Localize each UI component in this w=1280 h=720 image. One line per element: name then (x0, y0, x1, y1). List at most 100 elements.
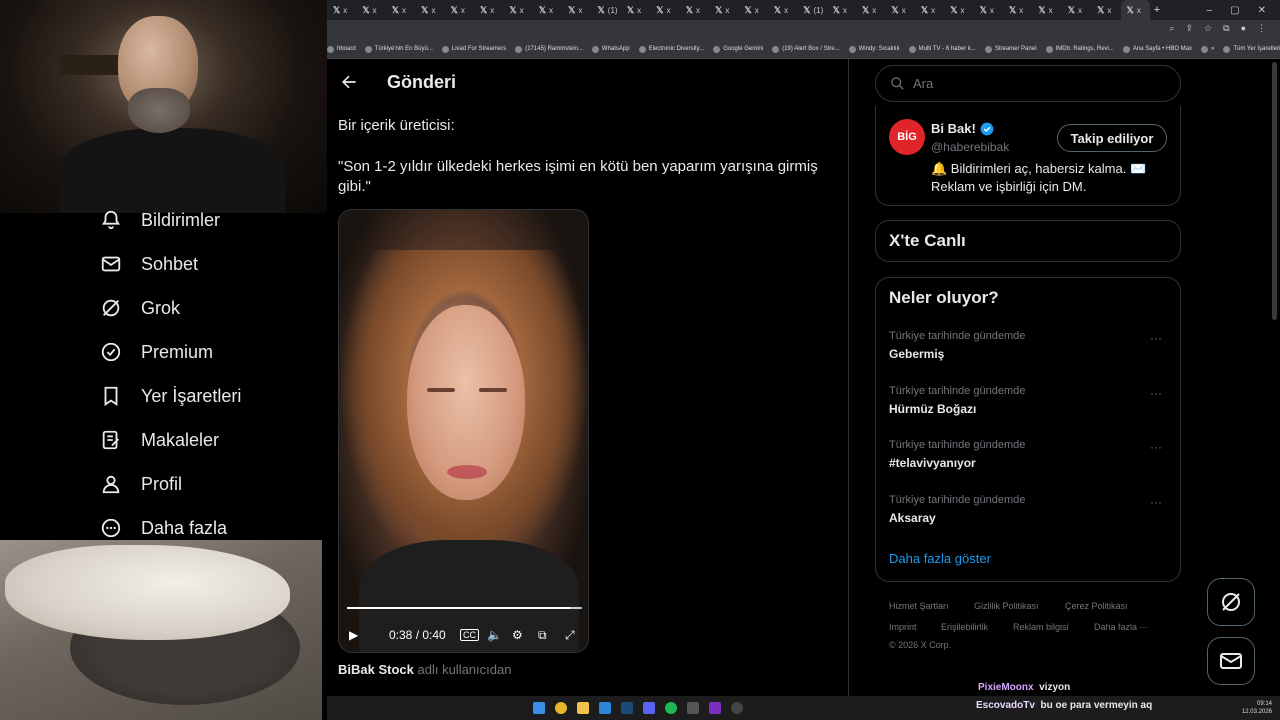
bookmark-item[interactable]: Ana Sayfa • HBO Max (1122, 45, 1192, 53)
bookmark-item[interactable]: (17145) Rammstein... (515, 45, 583, 53)
browser-tab[interactable]: 𝕏 (1) (797, 0, 826, 20)
browser-tab[interactable]: 𝕏x (1032, 0, 1061, 20)
browser-tab[interactable]: 𝕏x (356, 0, 385, 20)
bookmark-item[interactable]: Windy: Sıcaklık (848, 45, 900, 53)
star-icon[interactable]: ☆ (1204, 23, 1212, 34)
browser-tab[interactable]: 𝕏x (944, 0, 973, 20)
browser-tab[interactable]: 𝕏x (1120, 0, 1150, 20)
windows-start-icon[interactable] (533, 702, 545, 714)
footer-link[interactable]: Çerez Politikası (1065, 601, 1128, 611)
share-icon[interactable]: ⇪ (1186, 23, 1194, 34)
system-clock[interactable]: 09:14 12.03.2026 (1242, 700, 1280, 716)
browser-tab[interactable]: 𝕏x (885, 0, 914, 20)
browser-tab[interactable]: 𝕏x (974, 0, 1003, 20)
close-icon[interactable]: ✕ (1258, 5, 1266, 16)
page-scrollbar[interactable] (1272, 62, 1277, 320)
footer-link[interactable]: Reklam bilgisi (1013, 622, 1069, 632)
nav-item-mail[interactable]: Sohbet (100, 253, 198, 275)
browser-tab[interactable]: 𝕏x (1003, 0, 1032, 20)
trend-more-icon[interactable]: ··· (1150, 440, 1162, 454)
trend-more-icon[interactable]: ··· (1150, 495, 1162, 509)
browser-tab[interactable]: 𝕏x (445, 0, 474, 20)
nav-item-articles[interactable]: Makaleler (100, 429, 219, 451)
browser-tab[interactable]: 𝕏x (386, 0, 415, 20)
bookmark-item[interactable]: Livad For Streamers (441, 45, 506, 53)
browser-tab[interactable]: 𝕏x (474, 0, 503, 20)
browser-tab[interactable]: 𝕏x (856, 0, 885, 20)
browser-tab[interactable]: 𝕏x (327, 0, 356, 20)
spotify-icon[interactable] (665, 702, 677, 714)
discord-icon[interactable] (643, 702, 655, 714)
trend-name[interactable]: Aksaray (889, 511, 936, 525)
browser-tab[interactable]: 𝕏 (1) (592, 0, 621, 20)
video-progress-bar[interactable] (347, 607, 582, 609)
nav-item-premium[interactable]: Premium (100, 341, 213, 363)
zoom-icon[interactable]: ⌕ (1169, 23, 1174, 34)
bookmark-item[interactable]: Multi TV - 6 haber k... (908, 45, 976, 53)
back-arrow-icon[interactable] (339, 72, 359, 92)
trend-more-icon[interactable]: ··· (1150, 331, 1162, 345)
pip-icon[interactable]: ⧉ (538, 628, 547, 643)
bookmark-item[interactable]: Electronic Diversity... (638, 45, 704, 53)
browser-tab[interactable]: 𝕏x (503, 0, 532, 20)
trend-name[interactable]: Hürmüz Boğazı (889, 402, 976, 416)
extensions-icon[interactable]: ⧉ (1223, 23, 1229, 34)
browser-tab[interactable]: 𝕏x (621, 0, 650, 20)
bookmark-item[interactable]: Tüm Yer İşaretleri (1223, 45, 1280, 53)
browser-tab[interactable]: 𝕏x (415, 0, 444, 20)
new-tab-button[interactable]: + (1150, 4, 1164, 16)
footer-link[interactable]: Erişilebilirlik (941, 622, 988, 632)
maximize-icon[interactable]: ▢ (1230, 5, 1239, 16)
footer-link[interactable]: Gizlilik Politikası (974, 601, 1039, 611)
nav-item-bookmark[interactable]: Yer İşaretleri (100, 385, 241, 407)
post-video[interactable]: ▶ 0:38 / 0:40 CC 🔈 ⚙ ⧉ ⤢ (338, 209, 589, 653)
volume-icon[interactable]: 🔈 (487, 628, 502, 642)
bookmark-item[interactable]: » (1201, 45, 1214, 53)
browser-tab[interactable]: 𝕏x (915, 0, 944, 20)
bookmark-item[interactable]: IMDb: Ratings, Revi... (1045, 45, 1114, 53)
steam-icon[interactable] (621, 702, 633, 714)
twitch-icon[interactable] (709, 702, 721, 714)
following-button[interactable]: Takip ediliyor (1057, 124, 1167, 152)
nav-item-more[interactable]: Daha fazla (100, 517, 227, 539)
footer-link[interactable]: Hizmet Şartları (889, 601, 949, 611)
browser-tab[interactable]: 𝕏x (533, 0, 562, 20)
attribution-user[interactable]: BiBak Stock (338, 662, 414, 677)
browser-tab[interactable]: 𝕏x (709, 0, 738, 20)
show-more-link[interactable]: Daha fazla göster (889, 551, 991, 566)
obs-icon[interactable] (731, 702, 743, 714)
bookmark-item[interactable]: Streamer Panel (984, 45, 1037, 53)
bookmark-item[interactable]: WhatsApp (591, 45, 630, 53)
play-icon[interactable]: ▶ (349, 628, 358, 642)
grok-fab[interactable] (1207, 578, 1255, 626)
chrome-icon[interactable] (555, 702, 567, 714)
footer-link[interactable]: Imprint (889, 622, 917, 632)
footer-link[interactable]: Daha fazla ··· (1094, 622, 1149, 632)
captions-icon[interactable]: CC (460, 629, 479, 641)
fullscreen-icon[interactable]: ⤢ (565, 628, 575, 643)
browser-tab[interactable]: 𝕏x (562, 0, 591, 20)
search-input[interactable]: Ara (875, 65, 1181, 102)
bibak-logo[interactable]: BİG (889, 119, 925, 155)
nav-item-profile[interactable]: Profil (100, 473, 182, 495)
app-icon[interactable] (687, 702, 699, 714)
folder-icon[interactable] (577, 702, 589, 714)
account-name-row[interactable]: Bi Bak! (931, 121, 994, 136)
nav-item-bell[interactable]: Bildirimler (100, 209, 220, 231)
profile-icon[interactable]: ● (1241, 23, 1246, 34)
minimize-icon[interactable]: – (1207, 5, 1213, 16)
bookmark-item[interactable]: (19) Alert Box / Stre... (772, 45, 840, 53)
trend-more-icon[interactable]: ··· (1150, 386, 1162, 400)
trend-name[interactable]: #telavivyanıyor (889, 456, 976, 470)
bookmark-item[interactable]: Türkiye'nin En Büyü... (364, 45, 433, 53)
browser-tab[interactable]: 𝕏x (680, 0, 709, 20)
browser-tab[interactable]: 𝕏x (768, 0, 797, 20)
browser-tab[interactable]: 𝕏x (738, 0, 767, 20)
menu-icon[interactable]: ⋮ (1257, 23, 1266, 34)
bookmark-item[interactable]: hboard (327, 45, 356, 53)
edge-icon[interactable] (599, 702, 611, 714)
browser-tab[interactable]: 𝕏x (650, 0, 679, 20)
browser-tab[interactable]: 𝕏x (1091, 0, 1120, 20)
trend-name[interactable]: Gebermiş (889, 347, 944, 361)
browser-tab[interactable]: 𝕏x (1062, 0, 1091, 20)
